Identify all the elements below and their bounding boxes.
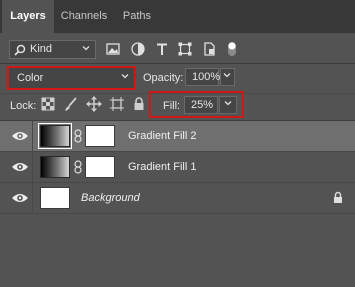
layer-row-gradient-fill-2[interactable]: Gradient Fill 2: [0, 121, 355, 151]
eye-icon[interactable]: [11, 191, 29, 205]
opacity-dropdown-button[interactable]: [220, 68, 235, 86]
opacity-label: Opacity:: [143, 72, 184, 84]
layers-panel: Layers Channels Paths Kind Color Opacity…: [0, 0, 355, 287]
link-icon[interactable]: [74, 160, 82, 174]
layer-mask-thumbnail: [85, 125, 115, 147]
link-icon[interactable]: [74, 129, 82, 143]
fill-value: 25%: [191, 99, 214, 111]
search-icon: [14, 44, 26, 56]
layer-row-gradient-fill-1[interactable]: Gradient Fill 1: [0, 152, 355, 182]
chevron-down-icon: [121, 72, 129, 80]
tab-layers[interactable]: Layers: [2, 0, 54, 33]
lock-label: Lock:: [10, 100, 37, 112]
layer-lock-icon: [332, 191, 344, 204]
divider: [32, 121, 33, 151]
image-filter-icon[interactable]: [104, 40, 122, 58]
chevron-down-icon: [223, 71, 231, 79]
divider: [0, 63, 355, 64]
shape-filter-icon[interactable]: [176, 40, 194, 58]
layer-name[interactable]: Background: [81, 192, 140, 204]
opacity-field[interactable]: 100%: [185, 68, 221, 86]
chevron-down-icon: [82, 44, 90, 52]
divider: [0, 213, 355, 214]
eye-icon[interactable]: [11, 160, 29, 174]
divider: [32, 152, 33, 182]
smart-object-filter-icon[interactable]: [200, 40, 218, 58]
layer-thumbnail: [40, 156, 70, 178]
lock-position-icon[interactable]: [86, 96, 102, 112]
tab-channels[interactable]: Channels: [54, 0, 114, 33]
blend-mode-value: Color: [17, 72, 44, 84]
filter-kind-dropdown[interactable]: Kind: [9, 40, 96, 59]
filter-toggle-icon[interactable]: [226, 40, 238, 58]
type-filter-icon[interactable]: [153, 40, 171, 58]
fill-label: Fill:: [163, 100, 181, 112]
layer-row-background[interactable]: Background: [0, 183, 355, 213]
filter-kind-label: Kind: [30, 43, 53, 55]
layer-thumbnail: [40, 187, 70, 209]
layer-name[interactable]: Gradient Fill 2: [128, 130, 196, 142]
tab-paths[interactable]: Paths: [114, 0, 160, 33]
lock-all-icon[interactable]: [131, 96, 147, 112]
panel-tab-bar: Layers Channels Paths: [0, 0, 355, 33]
fill-field[interactable]: 25%: [184, 96, 218, 114]
chevron-down-icon: [224, 99, 232, 107]
lock-artboard-icon[interactable]: [109, 96, 125, 112]
lock-transparent-pixels-icon[interactable]: [40, 96, 56, 112]
blend-mode-dropdown[interactable]: Color: [7, 66, 136, 90]
lock-image-pixels-icon[interactable]: [63, 96, 79, 112]
layer-thumbnail: [38, 123, 72, 149]
divider: [32, 183, 33, 213]
adjustment-filter-icon[interactable]: [129, 40, 147, 58]
layer-name[interactable]: Gradient Fill 1: [128, 161, 196, 173]
fill-dropdown-button[interactable]: [219, 96, 237, 114]
eye-icon[interactable]: [11, 129, 29, 143]
opacity-value: 100%: [192, 71, 221, 83]
layer-mask-thumbnail: [85, 156, 115, 178]
